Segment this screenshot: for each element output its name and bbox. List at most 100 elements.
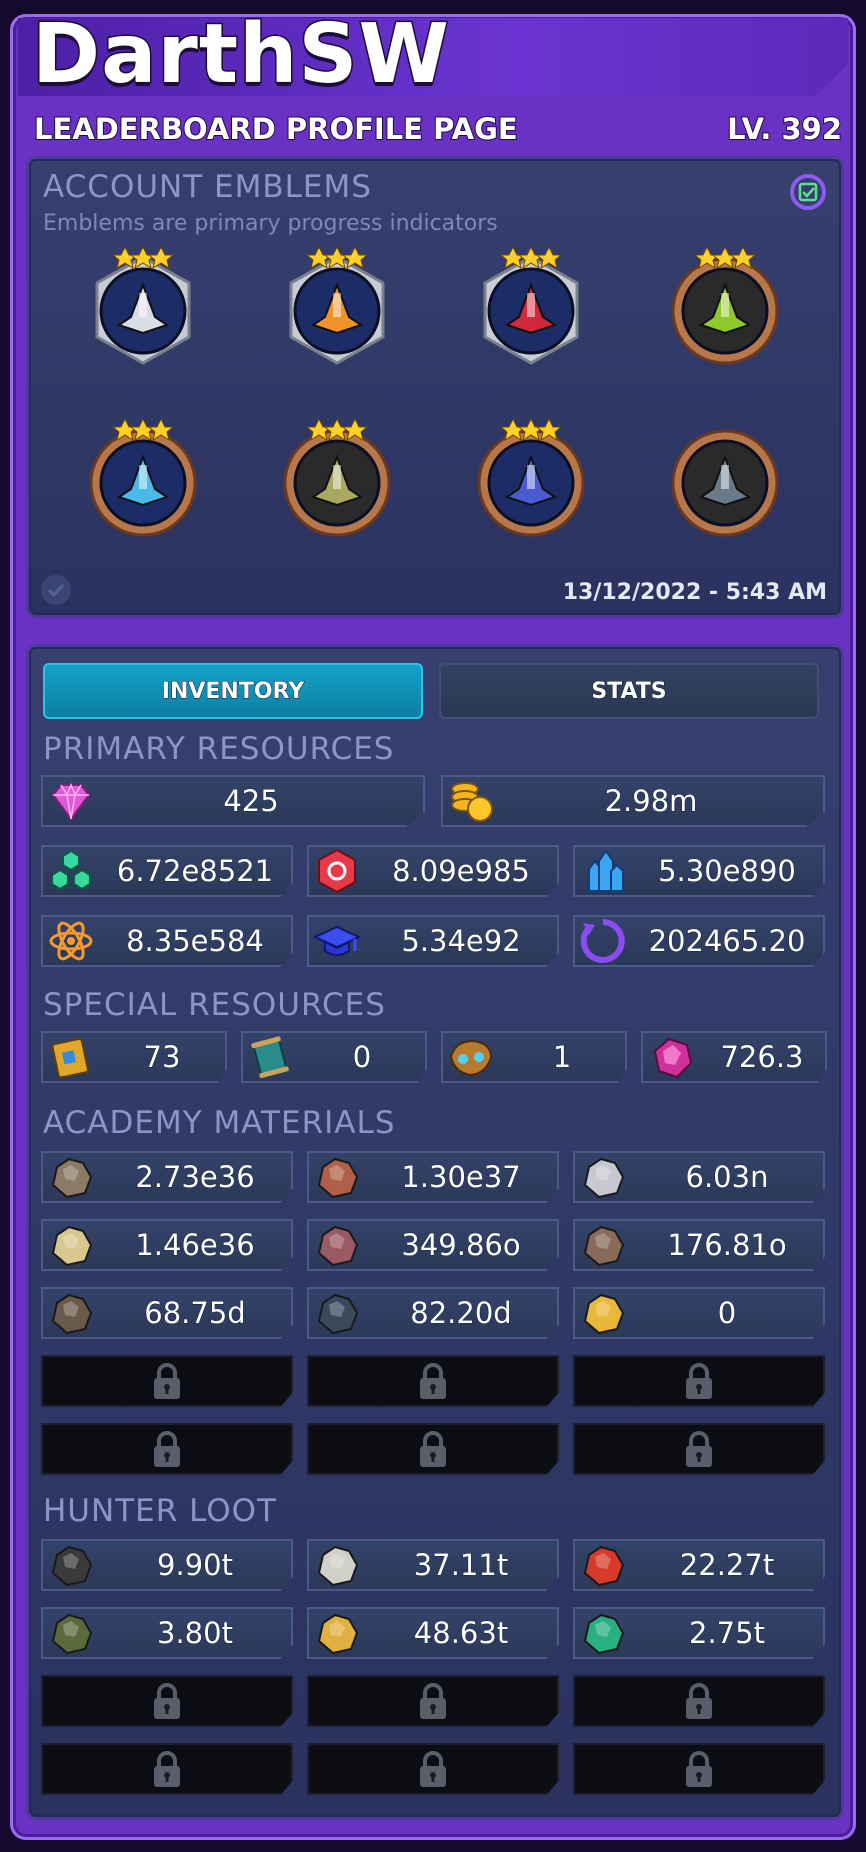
tab-inventory[interactable]: INVENTORY [43,663,423,719]
academy-material-value: 68.75d [144,1296,246,1331]
gems-cell: 425 [41,775,425,827]
hunter-loot-value: 2.75t [689,1616,766,1651]
academy-material-locked-slot [307,1355,559,1407]
lock-icon [420,1431,446,1467]
hunter-loot-cell: 3.80t [41,1607,293,1659]
ore-icon [317,1613,359,1655]
academy-material-value: 0 [717,1296,737,1331]
robot-mask-icon [449,1039,493,1077]
golden-book-icon [51,1037,89,1079]
hunter-loot-locked-slot [41,1675,293,1727]
emblem-bronze-2-icon[interactable] [87,417,199,541]
primary-value: 5.30e890 [658,854,797,889]
primary-value: 202465.20 [648,924,806,959]
lock-icon [686,1363,712,1399]
profile-header: DarthSW LEADERBOARD PROFILE PAGE LV. 392 [18,12,848,154]
hexagon-cluster-icon [51,849,91,891]
ore-icon [583,1293,625,1335]
account-emblems-panel: ACCOUNT EMBLEMS Emblems are primary prog… [26,156,844,618]
scroll-icon [251,1036,289,1079]
special-cell: 73 [41,1031,227,1083]
hunter-loot-cell: 9.90t [41,1539,293,1591]
player-level: LV. 392 [726,111,843,147]
hunter-loot-cell: 37.11t [307,1539,559,1591]
emblem-silver-3-icon[interactable] [475,245,587,369]
academy-material-cell: 1.46e36 [41,1219,293,1271]
hunter-loot-value: 9.90t [157,1548,234,1583]
academy-material-value: 349.86o [401,1228,521,1263]
primary-cell: 5.30e890 [573,845,825,897]
special-resources-title: SPECIAL RESOURCES [43,987,386,1023]
academy-material-cell: 82.20d [307,1287,559,1339]
lock-icon [154,1683,180,1719]
hunter-loot-value: 48.63t [413,1616,509,1651]
academy-material-value: 1.46e36 [135,1228,255,1263]
ore-icon [51,1545,93,1587]
lock-icon [420,1751,446,1787]
purple-ring-icon [580,919,625,963]
primary-value: 6.72e8521 [116,854,274,889]
emblem-silver-2-icon[interactable] [281,245,393,369]
primary-cell: 8.35e584 [41,915,293,967]
emblems-title: ACCOUNT EMBLEMS [43,169,372,205]
academy-material-cell: 2.73e36 [41,1151,293,1203]
academy-material-cell: 176.81o [573,1219,825,1271]
hunter-loot-title: HUNTER LOOT [43,1493,278,1529]
emblem-bronze-5-icon[interactable] [669,417,781,541]
academy-material-cell: 68.75d [41,1287,293,1339]
academy-material-cell: 1.30e37 [307,1151,559,1203]
coins-value: 2.98m [604,784,698,819]
special-value: 1 [552,1040,572,1075]
hunter-loot-value: 3.80t [157,1616,234,1651]
ore-icon [51,1613,93,1655]
tab-stats[interactable]: STATS [439,663,819,719]
hunter-loot-locked-slot [573,1675,825,1727]
red-hexagon-icon [318,848,356,894]
hunter-loot-locked-slot [307,1743,559,1795]
player-name: DarthSW [31,7,451,102]
special-value: 726.3 [720,1040,804,1075]
primary-cell: 6.72e8521 [41,845,293,897]
academy-material-locked-slot [307,1423,559,1475]
primary-cell: 202465.20 [573,915,825,967]
ore-icon [583,1613,625,1655]
special-value: 73 [143,1040,181,1075]
emblem-bronze-4-icon[interactable] [475,417,587,541]
academy-materials-title: ACADEMY MATERIALS [43,1105,396,1141]
emblem-silver-1-icon[interactable] [87,245,199,369]
academy-material-cell: 349.86o [307,1219,559,1271]
academy-material-value: 176.81o [667,1228,787,1263]
academy-material-value: 82.20d [410,1296,512,1331]
ore-icon [317,1157,359,1199]
special-cell: 726.3 [641,1031,827,1083]
emblems-timestamp: 13/12/2022 - 5:43 AM [562,580,827,605]
primary-resources-title: PRIMARY RESOURCES [43,731,395,767]
academy-material-value: 2.73e36 [135,1160,255,1195]
refresh-check-icon[interactable] [789,173,827,211]
emblem-bronze-3-icon[interactable] [281,417,393,541]
hunter-loot-cell: 2.75t [573,1607,825,1659]
hunter-loot-value: 22.27t [679,1548,775,1583]
verified-check-icon [41,575,71,605]
emblem-bronze-1-icon[interactable] [669,245,781,369]
primary-value: 8.35e584 [126,924,265,959]
special-cell: 1 [441,1031,627,1083]
graduation-cap-icon [313,925,361,956]
primary-value: 8.09e985 [392,854,531,889]
lock-icon [686,1431,712,1467]
hunter-loot-locked-slot [41,1743,293,1795]
academy-material-cell: 6.03n [573,1151,825,1203]
lock-icon [154,1363,180,1399]
lock-icon [154,1751,180,1787]
special-value: 0 [352,1040,372,1075]
primary-value: 5.34e92 [401,924,521,959]
ore-icon [51,1157,93,1199]
academy-material-value: 1.30e37 [401,1160,521,1195]
ore-icon [51,1293,93,1335]
academy-material-cell: 0 [573,1287,825,1339]
ore-icon [317,1293,359,1335]
lock-icon [686,1751,712,1787]
hunter-loot-value: 37.11t [413,1548,509,1583]
ore-icon [583,1157,625,1199]
academy-material-locked-slot [573,1355,825,1407]
